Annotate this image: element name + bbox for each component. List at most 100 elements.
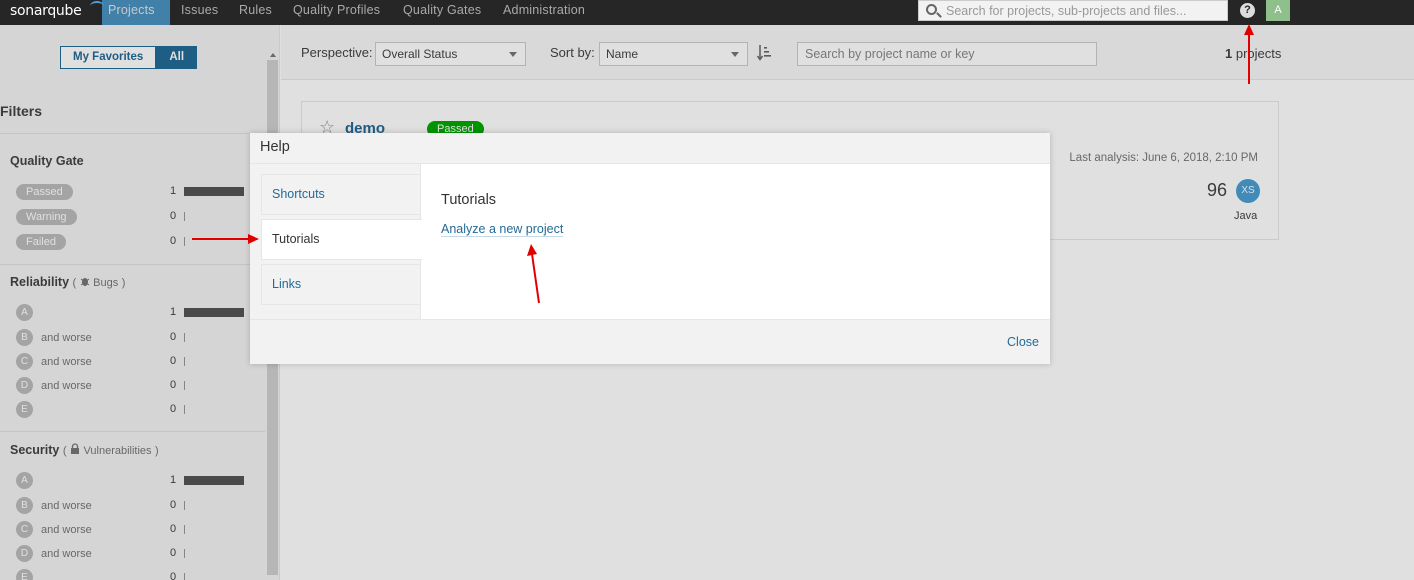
tutorials-heading: Tutorials	[441, 192, 497, 208]
filter-row[interactable]: Warning 0	[16, 206, 244, 226]
filter-label: and worse	[41, 332, 92, 344]
grade-badge: A	[16, 472, 33, 489]
filter-count: 0	[170, 235, 177, 247]
perspective-select[interactable]: Overall Status	[375, 42, 526, 66]
filter-label: and worse	[41, 356, 92, 368]
filter-count: 1	[170, 185, 177, 197]
avatar[interactable]: A	[1266, 0, 1290, 21]
bug-icon	[80, 278, 89, 286]
help-icon[interactable]: ?	[1240, 3, 1255, 18]
filter-bar	[184, 237, 185, 246]
sort-direction-icon[interactable]	[757, 44, 773, 61]
filter-row[interactable]: A 1	[16, 302, 244, 322]
my-favorites-button[interactable]: My Favorites	[60, 46, 157, 69]
divider	[0, 133, 265, 134]
global-search-input[interactable]: Search for projects, sub-projects and fi…	[918, 0, 1228, 21]
sort-select[interactable]: Name	[599, 42, 748, 66]
filter-count: 0	[170, 331, 177, 343]
paren-close: )	[155, 445, 159, 457]
grade-badge: C	[16, 521, 33, 538]
lock-icon	[70, 443, 79, 454]
quality-gate-title: Quality Gate	[10, 154, 84, 168]
global-search-placeholder: Search for projects, sub-projects and fi…	[946, 4, 1187, 18]
filter-count: 0	[170, 547, 177, 559]
filter-bar	[184, 549, 185, 558]
projects-count: 1 projects	[1225, 46, 1281, 61]
filter-bar	[184, 381, 185, 390]
top-navbar: sonarqube Projects Issues Rules Quality …	[0, 0, 1414, 25]
modal-title: Help	[250, 133, 1050, 164]
filters-sidebar: My Favorites All Filters Quality Gate Pa…	[0, 25, 280, 580]
filter-bar	[184, 333, 185, 342]
security-title-text: Security	[10, 443, 60, 457]
filter-row[interactable]: A 1	[16, 470, 244, 490]
reliability-sub: Bugs	[93, 277, 119, 289]
help-modal: Help Shortcuts Tutorials Links Tutorials…	[250, 133, 1050, 364]
tab-tutorials[interactable]: Tutorials	[261, 219, 422, 260]
status-warning-pill: Warning	[16, 209, 77, 225]
nav-projects[interactable]: Projects	[102, 0, 170, 25]
divider	[0, 431, 265, 432]
filter-row[interactable]: D and worse 0	[16, 375, 244, 395]
filter-count: 0	[170, 571, 177, 580]
filter-label: and worse	[41, 524, 92, 536]
filter-bar	[184, 405, 185, 414]
all-button[interactable]: All	[156, 46, 198, 69]
grade-badge: D	[16, 377, 33, 394]
filter-bar	[184, 573, 185, 580]
project-size-value: 96	[1207, 180, 1228, 200]
filter-row[interactable]: B and worse 0	[16, 495, 244, 515]
paren-open: (	[62, 445, 67, 457]
close-button[interactable]: Close	[1007, 335, 1039, 349]
filter-bar	[184, 212, 185, 221]
grade-badge: A	[16, 304, 33, 321]
filter-row[interactable]: E 0	[16, 567, 244, 580]
grade-badge: E	[16, 569, 33, 580]
nav-issues[interactable]: Issues	[175, 0, 224, 25]
filter-row[interactable]: C and worse 0	[16, 519, 244, 539]
status-passed-pill: Passed	[16, 184, 73, 200]
grade-badge: B	[16, 329, 33, 346]
filter-count: 0	[170, 379, 177, 391]
nav-rules[interactable]: Rules	[233, 0, 278, 25]
filter-bar	[184, 476, 244, 485]
filter-count: 1	[170, 306, 177, 318]
nav-administration[interactable]: Administration	[497, 0, 591, 25]
filters-title: Filters	[0, 103, 43, 119]
divider	[0, 264, 265, 265]
tab-shortcuts[interactable]: Shortcuts	[261, 174, 421, 215]
security-sub: Vulnerabilities	[83, 445, 152, 457]
paren-close: )	[121, 277, 126, 289]
filter-count: 0	[170, 523, 177, 535]
reliability-title: Reliability ( Bugs )	[10, 275, 125, 289]
grade-badge: E	[16, 401, 33, 418]
filter-count: 0	[170, 403, 177, 415]
nav-quality-profiles[interactable]: Quality Profiles	[287, 0, 386, 25]
filter-row[interactable]: B and worse 0	[16, 327, 244, 347]
analyze-new-project-link[interactable]: Analyze a new project	[441, 222, 564, 237]
project-search-placeholder: Search by project name or key	[805, 47, 975, 61]
sonarqube-logo[interactable]: sonarqube	[10, 1, 104, 19]
filter-row[interactable]: D and worse 0	[16, 543, 244, 563]
filter-row[interactable]: C and worse 0	[16, 351, 244, 371]
perspective-value: Overall Status	[382, 47, 458, 61]
filter-bar	[184, 357, 185, 366]
filter-row[interactable]: E 0	[16, 399, 244, 419]
scroll-up-arrow-icon[interactable]	[270, 53, 276, 57]
grade-badge: C	[16, 353, 33, 370]
grade-badge: B	[16, 497, 33, 514]
projects-count-label: projects	[1235, 46, 1282, 61]
filter-label: and worse	[41, 548, 92, 560]
filter-row[interactable]: Failed 0	[16, 231, 244, 251]
sort-value: Name	[606, 47, 639, 61]
filter-row[interactable]: Passed 1	[16, 181, 244, 201]
filter-bar	[184, 525, 185, 534]
filter-bar	[184, 187, 244, 196]
nav-quality-gates[interactable]: Quality Gates	[397, 0, 487, 25]
modal-content: Tutorials Analyze a new project	[421, 164, 1050, 319]
project-search-input[interactable]: Search by project name or key	[797, 42, 1097, 66]
projects-toolbar: Perspective: Overall Status Sort by: Nam…	[281, 25, 1414, 80]
filter-bar	[184, 308, 244, 317]
tab-links[interactable]: Links	[261, 264, 421, 305]
grade-badge: D	[16, 545, 33, 562]
